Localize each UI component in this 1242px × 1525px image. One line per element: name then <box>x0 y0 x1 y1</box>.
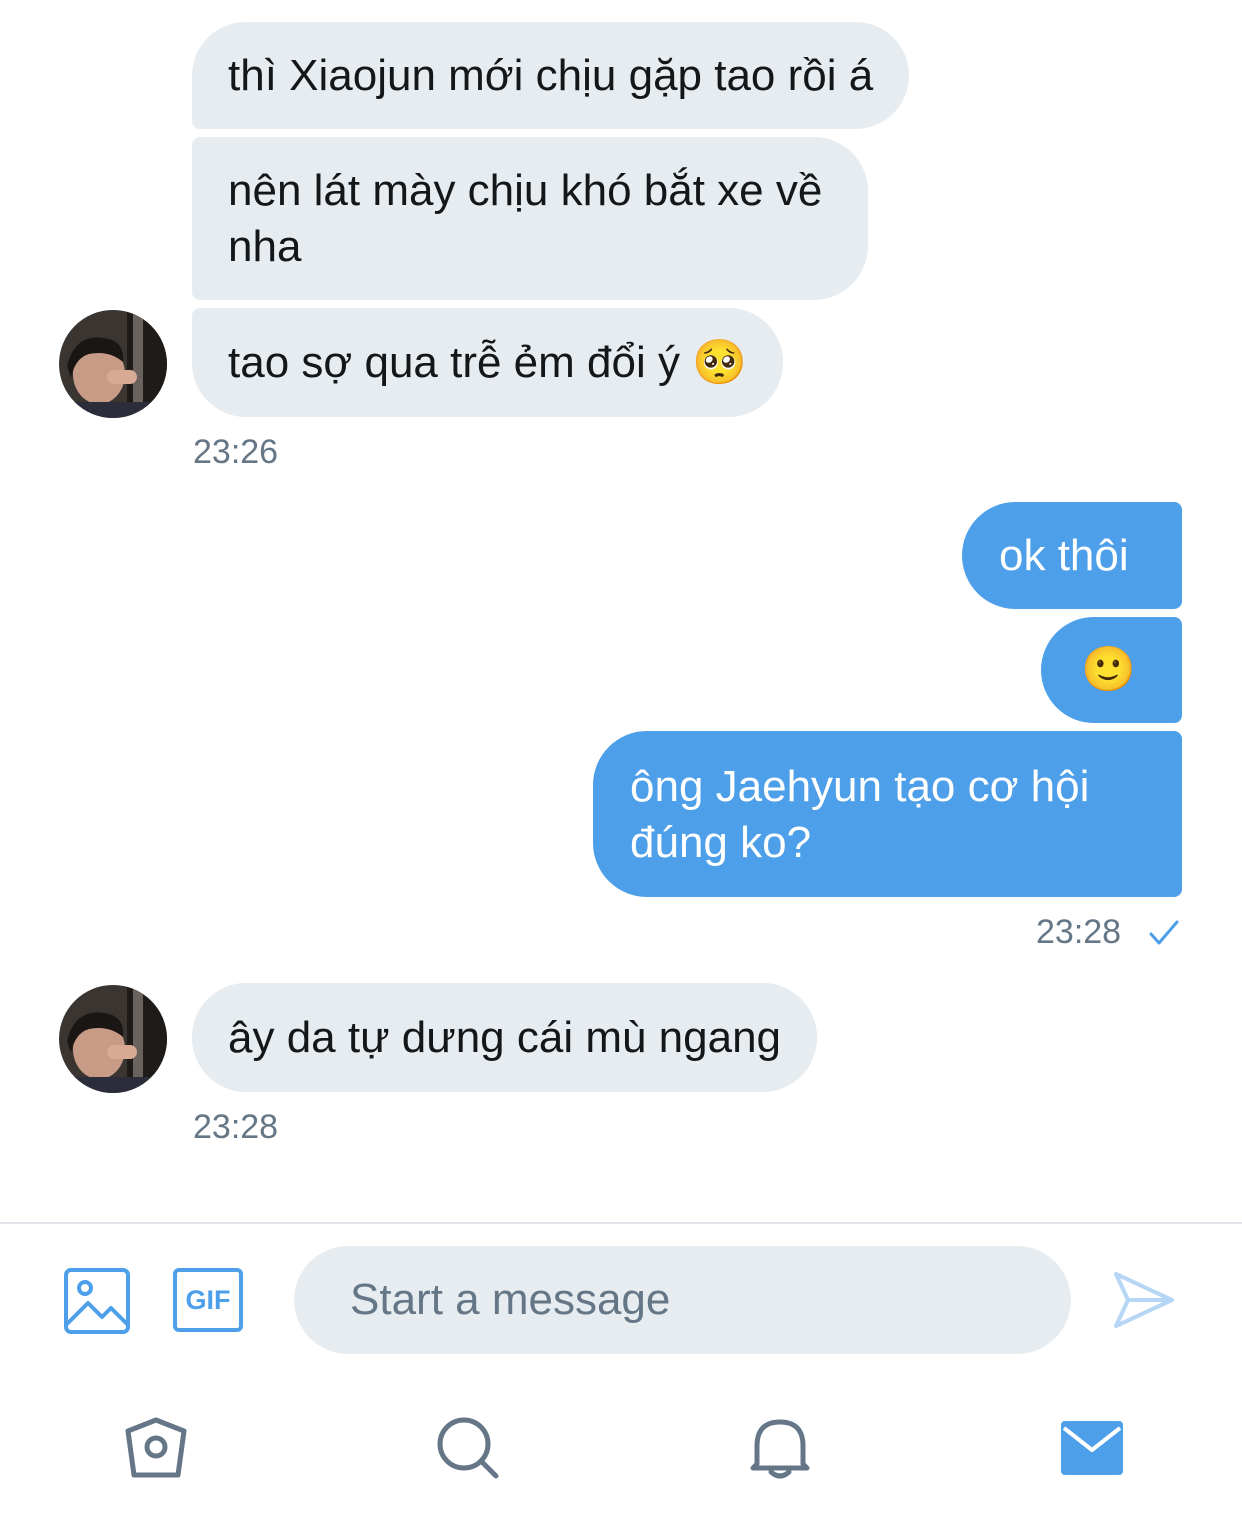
sent-message[interactable]: ông Jaehyun tạo cơ hội đúng ko? <box>593 731 1182 897</box>
avatar-photo <box>59 310 167 418</box>
tab-search[interactable] <box>428 1412 508 1484</box>
message-text: 🙂 <box>1081 645 1136 694</box>
search-icon <box>437 1417 499 1479</box>
home-icon <box>125 1417 187 1478</box>
tab-messages[interactable] <box>1052 1412 1132 1484</box>
message-text: nên lát mày chịu khó bắt xe về nha <box>228 166 823 271</box>
message-text: thì Xiaojun mới chịu gặp tao rồi á <box>228 51 874 100</box>
timestamp: 23:28 <box>1036 913 1122 951</box>
sent-message[interactable]: 🙂 <box>1041 617 1182 723</box>
message-text: ông Jaehyun tạo cơ hội đúng ko? <box>630 762 1090 867</box>
avatar-photo <box>59 985 167 1093</box>
send-icon <box>1114 1272 1174 1328</box>
checkmark-icon <box>1149 920 1179 945</box>
received-message[interactable]: tao sợ qua trễ ẻm đổi ý 🥺 <box>192 308 783 417</box>
received-message[interactable]: thì Xiaojun mới chịu gặp tao rồi á <box>192 22 910 129</box>
message-text: ây da tự dưng cái mù ngang <box>228 1013 782 1062</box>
gif-icon: GIF <box>185 1284 231 1315</box>
tab-notifications[interactable] <box>740 1412 820 1484</box>
send-button[interactable] <box>1112 1268 1176 1337</box>
image-button[interactable] <box>64 1268 130 1339</box>
received-message[interactable]: ây da tự dưng cái mù ngang <box>192 983 818 1092</box>
sent-message[interactable]: ok thôi <box>962 502 1182 609</box>
image-icon <box>64 1268 130 1334</box>
message-input[interactable] <box>294 1246 1071 1354</box>
tab-home[interactable] <box>116 1412 196 1484</box>
bell-icon <box>750 1419 810 1479</box>
timestamp: 23:26 <box>193 433 279 471</box>
message-text: tao sợ qua trễ ẻm đổi ý 🥺 <box>228 338 747 387</box>
composer-divider <box>0 1222 1242 1224</box>
avatar[interactable] <box>59 310 167 418</box>
message-text: ok thôi <box>999 531 1129 580</box>
received-message[interactable]: nên lát mày chịu khó bắt xe về nha <box>192 137 868 300</box>
timestamp: 23:28 <box>193 1108 279 1146</box>
avatar[interactable] <box>59 985 167 1093</box>
gif-button[interactable]: GIF <box>173 1268 243 1332</box>
mail-icon <box>1061 1421 1123 1475</box>
